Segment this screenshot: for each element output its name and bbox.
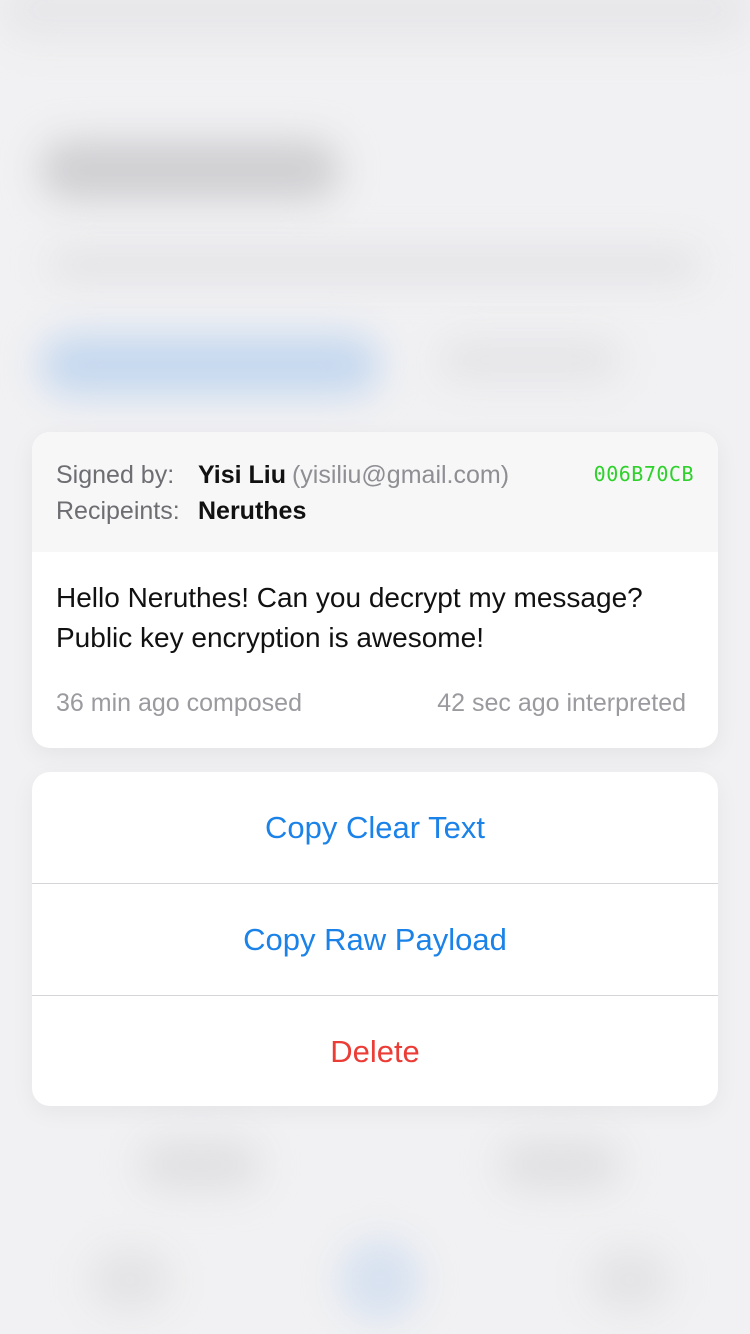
- message-header: Signed by: Yisi Liu (yisiliu@gmail.com) 00…: [32, 432, 718, 552]
- blurred-tab-icon: [340, 1240, 420, 1320]
- copy-raw-payload-button[interactable]: Copy Raw Payload: [32, 884, 718, 996]
- blurred-tab-icon: [90, 1250, 170, 1310]
- blurred-text-line: [440, 340, 620, 380]
- blurred-link: [40, 335, 380, 395]
- blurred-status-bar: [0, 0, 750, 40]
- message-body: Hello Neruthes! Can you decrypt my messa…: [56, 582, 643, 653]
- message-card: Signed by: Yisi Liu (yisiliu@gmail.com) 00…: [32, 432, 718, 748]
- delete-button[interactable]: Delete: [32, 996, 718, 1106]
- blurred-title: [40, 140, 340, 200]
- copy-clear-text-button[interactable]: Copy Clear Text: [32, 772, 718, 884]
- action-sheet: Copy Clear Text Copy Raw Payload Delete: [32, 772, 718, 1106]
- recipients-label: Recipeints:: [56, 497, 180, 525]
- interpreted-timestamp: 42 sec ago interpreted: [437, 689, 686, 717]
- blurred-tab-item: [140, 1140, 260, 1190]
- key-id: 006B70CB: [593, 462, 694, 486]
- composed-timestamp: 36 min ago composed: [56, 689, 302, 717]
- blurred-text-line: [50, 250, 700, 280]
- signer-email: (yisiliu@gmail.com): [291, 461, 510, 489]
- signed-by-label: Signed by:: [56, 461, 175, 489]
- recipients-row: Recipeints: Neruthes: [56, 496, 306, 526]
- blurred-tab-item: [500, 1140, 620, 1190]
- signed-by-row: Signed by: Yisi Liu (yisiliu@gmail.com): [56, 460, 509, 490]
- blurred-tab-icon: [590, 1250, 670, 1310]
- recipient-name: Neruthes: [198, 497, 307, 525]
- signer-name: Yisi Liu: [198, 461, 286, 489]
